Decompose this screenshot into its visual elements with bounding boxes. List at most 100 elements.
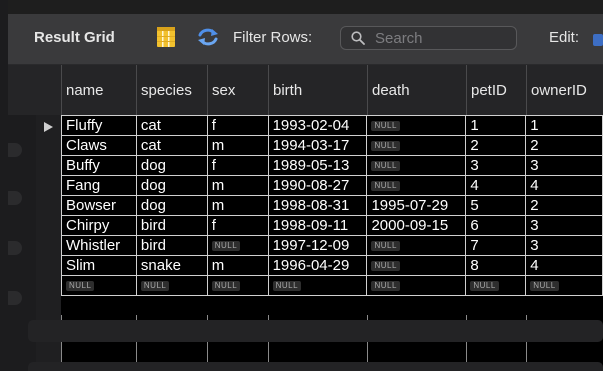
cell-sex[interactable]: m <box>206 175 269 196</box>
cell-sex[interactable]: NULL <box>206 275 269 296</box>
edit-mode-icon[interactable] <box>593 34 603 46</box>
cell-birth[interactable]: 1994-03-17 <box>267 135 368 156</box>
cell-ownerid[interactable]: 4 <box>525 255 603 276</box>
table-row[interactable]: Whistler bird NULL 1997-12-09 NULL 7 3 <box>61 235 603 256</box>
cell-birth[interactable]: 1998-08-31 <box>267 195 368 216</box>
background-row-shape <box>8 241 22 255</box>
cell-ownerid[interactable]: 3 <box>525 215 603 236</box>
cell-death[interactable]: NULL <box>366 255 467 276</box>
cell-species[interactable]: NULL <box>135 275 208 296</box>
column-header-ownerid[interactable]: ownerID <box>526 65 603 115</box>
result-grid-title: Result Grid <box>34 29 115 46</box>
cell-species[interactable]: snake <box>135 255 208 276</box>
cell-name[interactable]: Fang <box>61 175 137 196</box>
null-badge: NULL <box>371 120 400 131</box>
cell-death[interactable]: 1995-07-29 <box>366 195 467 216</box>
result-grid-columns-icon[interactable] <box>157 27 175 47</box>
null-badge: NULL <box>371 280 400 291</box>
cell-petid[interactable]: 5 <box>465 195 527 216</box>
cell-death[interactable]: 2000-09-15 <box>366 215 467 236</box>
table-row[interactable]: Bowser dog m 1998-08-31 1995-07-29 5 2 <box>61 195 603 216</box>
current-row-triangle-icon <box>44 122 53 132</box>
cell-petid[interactable]: 1 <box>465 115 527 136</box>
result-grid-toolbar: Result Grid Filter Rows: Search Edit: <box>8 14 603 65</box>
cell-petid[interactable]: 8 <box>465 255 527 276</box>
null-badge: NULL <box>371 160 400 171</box>
cell-species[interactable]: bird <box>135 235 208 256</box>
filter-rows-search-input[interactable] <box>375 29 510 47</box>
cell-sex[interactable]: m <box>206 195 269 216</box>
cell-birth[interactable]: 1998-09-11 <box>267 215 368 236</box>
cell-sex[interactable]: m <box>206 135 269 156</box>
cell-name[interactable]: NULL <box>61 275 137 296</box>
cell-species[interactable]: dog <box>135 175 208 196</box>
cell-sex[interactable]: m <box>206 255 269 276</box>
table-row[interactable]: Slim snake m 1996-04-29 NULL 8 4 <box>61 255 603 276</box>
table-row[interactable]: Chirpy bird f 1998-09-11 2000-09-15 6 3 <box>61 215 603 236</box>
cell-sex[interactable]: f <box>206 215 269 236</box>
table-row[interactable]: Fang dog m 1990-08-27 NULL 4 4 <box>61 175 603 196</box>
column-header-sex[interactable]: sex <box>207 65 268 115</box>
cell-birth[interactable]: 1993-02-04 <box>267 115 368 136</box>
cell-death[interactable]: NULL <box>366 235 467 256</box>
cell-name[interactable]: Slim <box>61 255 137 276</box>
null-badge: NULL <box>272 280 302 291</box>
result-grid: name species sex birth death petID owner… <box>8 65 603 371</box>
cell-death[interactable]: NULL <box>366 115 467 136</box>
cell-name[interactable]: Bowser <box>61 195 137 216</box>
cell-petid[interactable]: 2 <box>465 135 527 156</box>
cell-sex[interactable]: NULL <box>206 235 269 256</box>
column-header-species[interactable]: species <box>136 65 207 115</box>
magnifier-icon <box>351 31 365 45</box>
cell-name[interactable]: Whistler <box>61 235 137 256</box>
cell-ownerid[interactable]: 2 <box>525 135 603 156</box>
null-badge: NULL <box>140 280 170 291</box>
cell-ownerid[interactable]: 1 <box>525 115 603 136</box>
cell-birth[interactable]: NULL <box>267 275 368 296</box>
column-header-petid[interactable]: petID <box>466 65 526 115</box>
refresh-arrows-icon[interactable] <box>197 27 219 47</box>
cell-species[interactable]: dog <box>135 155 208 176</box>
column-header-death[interactable]: death <box>367 65 466 115</box>
cell-birth[interactable]: 1996-04-29 <box>267 255 368 276</box>
cell-name[interactable]: Chirpy <box>61 215 137 236</box>
window-left-edge <box>0 0 8 371</box>
cell-name[interactable]: Claws <box>61 135 137 156</box>
filter-rows-label: Filter Rows: <box>233 29 313 46</box>
filter-rows-search-box[interactable] <box>340 26 517 50</box>
table-row[interactable]: Claws cat m 1994-03-17 NULL 2 2 <box>61 135 603 156</box>
cell-birth[interactable]: 1990-08-27 <box>267 175 368 196</box>
cell-birth[interactable]: 1997-12-09 <box>267 235 368 256</box>
cell-ownerid[interactable]: 2 <box>525 195 603 216</box>
column-header-birth[interactable]: birth <box>268 65 367 115</box>
cell-death[interactable]: NULL <box>366 155 467 176</box>
cell-species[interactable]: dog <box>135 195 208 216</box>
null-badge: NULL <box>371 260 400 271</box>
cell-ownerid[interactable]: 3 <box>525 235 603 256</box>
table-row[interactable]: NULL NULL NULL NULL NULL NULL NULL <box>61 275 603 296</box>
cell-species[interactable]: cat <box>135 135 208 156</box>
column-header-name[interactable]: name <box>61 65 136 115</box>
cell-species[interactable]: cat <box>135 115 208 136</box>
cell-ownerid[interactable]: 3 <box>525 155 603 176</box>
cell-petid[interactable]: 6 <box>465 215 527 236</box>
cell-petid[interactable]: 3 <box>465 155 527 176</box>
result-grid-panel: Result Grid Filter Rows: Search Edit: na… <box>8 14 603 371</box>
cell-species[interactable]: bird <box>135 215 208 236</box>
cell-death[interactable]: NULL <box>366 175 467 196</box>
cell-name[interactable]: Fluffy <box>61 115 137 136</box>
cell-death[interactable]: NULL <box>366 275 467 296</box>
null-badge: NULL <box>211 280 241 291</box>
cell-petid[interactable]: 7 <box>465 235 527 256</box>
cell-sex[interactable]: f <box>206 155 269 176</box>
cell-birth[interactable]: 1989-05-13 <box>267 155 368 176</box>
cell-death[interactable]: NULL <box>366 135 467 156</box>
cell-petid[interactable]: NULL <box>465 275 527 296</box>
table-row[interactable]: Fluffy cat f 1993-02-04 NULL 1 1 <box>61 115 603 136</box>
cell-petid[interactable]: 4 <box>465 175 527 196</box>
cell-ownerid[interactable]: NULL <box>525 275 603 296</box>
table-row[interactable]: Buffy dog f 1989-05-13 NULL 3 3 <box>61 155 603 176</box>
cell-ownerid[interactable]: 4 <box>525 175 603 196</box>
cell-sex[interactable]: f <box>206 115 269 136</box>
cell-name[interactable]: Buffy <box>61 155 137 176</box>
